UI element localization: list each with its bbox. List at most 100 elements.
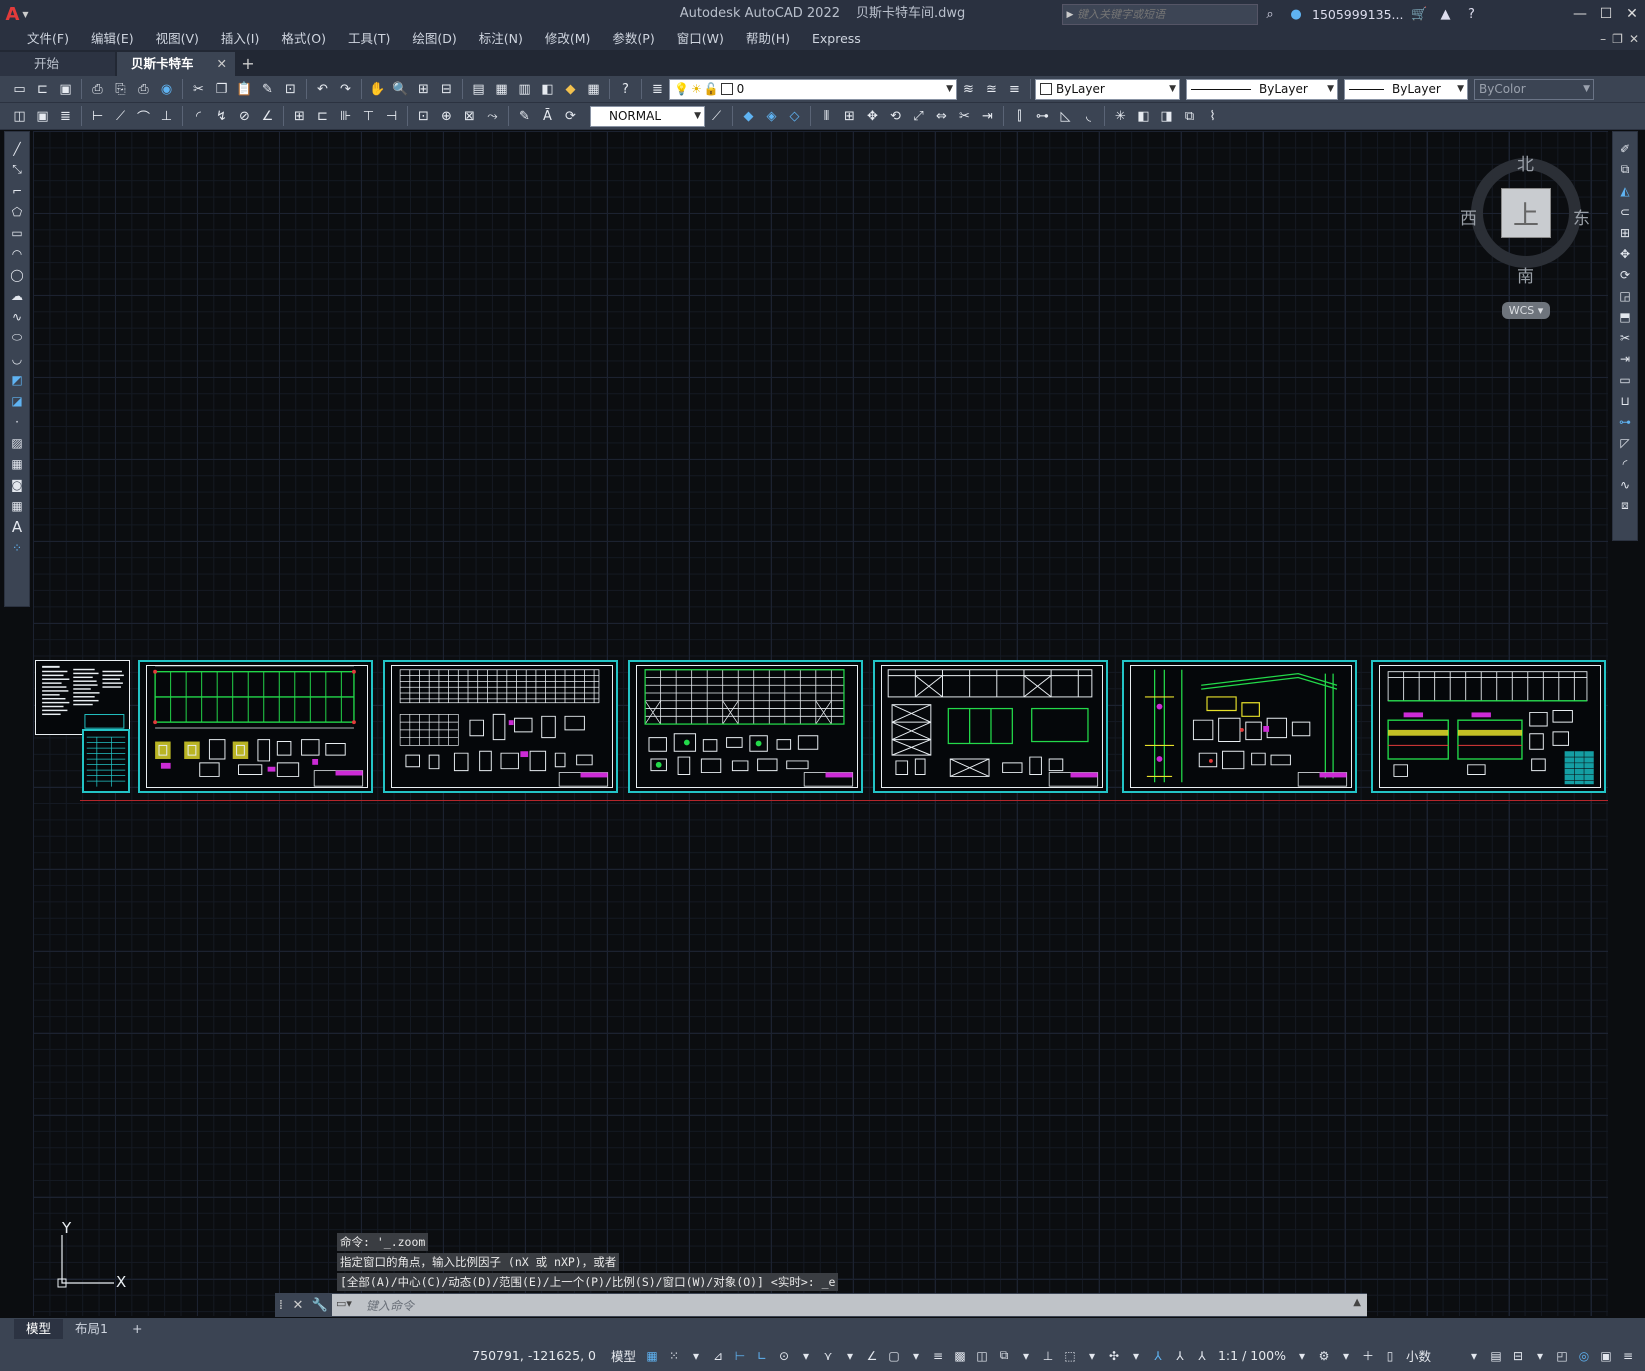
customize-wrench-icon[interactable]: 🔧 [309, 1293, 331, 1317]
chevron-down-icon[interactable]: ▾ [1530, 1345, 1550, 1367]
auto-scale-icon[interactable]: ⅄ [1170, 1345, 1190, 1367]
rotate-icon[interactable]: ⟳ [1615, 264, 1635, 285]
angular-dimension-icon[interactable]: ∠ [257, 106, 278, 127]
gradient-icon[interactable]: ▦ [7, 453, 27, 474]
copy-icon[interactable]: ❐ [211, 79, 232, 100]
close-icon[interactable]: ✕ [1619, 0, 1645, 28]
isolate-objects-icon[interactable]: ◰ [1552, 1345, 1572, 1367]
explode-icon[interactable]: ✳ [1110, 106, 1131, 127]
stretch-icon[interactable]: ⬒ [1615, 306, 1635, 327]
blend-curves-icon[interactable]: ∿ [1615, 474, 1635, 495]
jogged-dimension-icon[interactable]: ↯ [211, 106, 232, 127]
scale-icon[interactable]: ⤢ [908, 106, 929, 127]
autodesk-a360-icon[interactable]: ▲ [1435, 4, 1455, 24]
menu-dimension[interactable]: 标注(N) [468, 28, 534, 50]
draworder-front-icon[interactable]: ◧ [1133, 106, 1154, 127]
layer-state-icon[interactable]: ≡ [1004, 79, 1025, 100]
search-icon[interactable]: ⌕ [1260, 4, 1280, 24]
gizmo-icon[interactable]: ✣ [1104, 1345, 1124, 1367]
zoom-realtime-icon[interactable]: 🔍 [390, 79, 411, 100]
open-icon[interactable]: ⊏ [32, 79, 53, 100]
baseline-dimension-icon[interactable]: ⊏ [312, 106, 333, 127]
erase-icon[interactable]: ✐ [1615, 138, 1635, 159]
chevron-down-icon[interactable]: ▾ [906, 1345, 926, 1367]
chevron-up-icon[interactable]: ▲ [1353, 1297, 1361, 1308]
trim-icon[interactable]: ✂ [1615, 327, 1635, 348]
menu-insert[interactable]: 插入(I) [210, 28, 270, 50]
spline-icon[interactable]: ∿ [7, 306, 27, 327]
menu-tools[interactable]: 工具(T) [337, 28, 401, 50]
search-box[interactable]: ▶ [1062, 4, 1258, 25]
tab-layout1[interactable]: 布局1 [63, 1319, 120, 1339]
polar-tracking-icon[interactable]: ⊙ [774, 1345, 794, 1367]
rectangle-icon[interactable]: ▭ [7, 222, 27, 243]
chevron-down-icon[interactable]: ▾ [1336, 1345, 1356, 1367]
menu-edit[interactable]: 编辑(E) [80, 28, 145, 50]
plotstyle-dropdown[interactable]: ByColor ▼ [1474, 78, 1594, 100]
command-prompt-icon[interactable]: ▭▾ [336, 1297, 352, 1310]
menu-view[interactable]: 视图(V) [145, 28, 210, 50]
inspection-icon[interactable]: ⊠ [459, 106, 480, 127]
join-icon[interactable]: ⊶ [1615, 411, 1635, 432]
sheet-set-icon[interactable]: ◧ [537, 79, 558, 100]
help-icon[interactable]: ? [1461, 4, 1481, 24]
annotation-scale-icon[interactable]: ⅄ [1192, 1345, 1212, 1367]
center-mark-icon[interactable]: ⊕ [436, 106, 457, 127]
design-center-palette-icon[interactable]: ▦ [491, 79, 512, 100]
ucs-icon[interactable]: Y X [52, 1219, 142, 1293]
undo-icon[interactable]: ↶ [312, 79, 333, 100]
sheet-roof-bracing-plan[interactable] [628, 660, 863, 793]
cart-icon[interactable]: 🛒 [1409, 4, 1429, 24]
chevron-down-icon[interactable]: ▾ [686, 1345, 706, 1367]
redo-icon[interactable]: ↷ [335, 79, 356, 100]
copy-icon[interactable]: ⧉ [1615, 159, 1635, 180]
graphics-performance-icon[interactable]: ◎ [1574, 1345, 1594, 1367]
move-icon[interactable]: ✥ [1615, 243, 1635, 264]
sheet-roof-plan[interactable] [383, 660, 618, 793]
menu-modify[interactable]: 修改(M) [534, 28, 602, 50]
compass-west[interactable]: 西 [1460, 204, 1477, 229]
layer-dropdown[interactable]: 💡 ☀ 🔓 0 ▼ [669, 78, 957, 100]
hatch-icon[interactable]: ▨ [7, 432, 27, 453]
polyline-icon[interactable]: ⌐ [7, 180, 27, 201]
compass-north[interactable]: 北 [1517, 150, 1534, 175]
minimize-icon[interactable]: — [1567, 0, 1593, 28]
menu-express[interactable]: Express [801, 28, 872, 50]
annotation-scale-value[interactable]: 1:1 / 100% [1214, 1345, 1290, 1367]
menu-window[interactable]: 窗口(W) [666, 28, 735, 50]
chevron-down-icon[interactable]: ▾ [796, 1345, 816, 1367]
block-icon[interactable]: ▣ [32, 106, 53, 127]
ellipse-arc-icon[interactable]: ◡ [7, 348, 27, 369]
save-icon[interactable]: ▣ [55, 79, 76, 100]
dimstyle-dropdown[interactable]: NORMAL ▼ [590, 105, 705, 127]
wcs-menu[interactable]: WCS ▾ [1502, 302, 1550, 319]
layer-walk-icon[interactable]: ≣ [55, 106, 76, 127]
copy-object-icon[interactable]: ◈ [761, 106, 782, 127]
close-command-icon[interactable]: ✕ [287, 1293, 309, 1317]
make-block-icon[interactable]: ◪ [7, 390, 27, 411]
compass-east[interactable]: 东 [1573, 204, 1590, 229]
erase-icon[interactable]: ◆ [738, 106, 759, 127]
chevron-down-icon[interactable]: ▾ [840, 1345, 860, 1367]
revision-cloud-icon[interactable]: ☁ [7, 285, 27, 306]
block-editor-icon[interactable]: ⊡ [280, 79, 301, 100]
plot-icon[interactable]: ⎙ [87, 79, 108, 100]
fillet-icon[interactable]: ◜ [1615, 453, 1635, 474]
edit-polyline-icon[interactable]: ⌇ [1202, 106, 1223, 127]
tool-palettes-icon[interactable]: ▥ [514, 79, 535, 100]
chevron-down-icon[interactable]: ▾ [1292, 1345, 1312, 1367]
add-layout-button[interactable]: + [120, 1319, 154, 1339]
ordinate-dimension-icon[interactable]: ⊥ [156, 106, 177, 127]
ellipse-icon[interactable]: ⬭ [7, 327, 27, 348]
dimension-space-icon[interactable]: ⊤ [358, 106, 379, 127]
linear-dimension-icon[interactable]: ⊢ [87, 106, 108, 127]
zoom-window-icon[interactable]: ⊞ [413, 79, 434, 100]
trim-icon[interactable]: ✂ [954, 106, 975, 127]
jogged-linear-icon[interactable]: ⤳ [482, 106, 503, 127]
stretch-icon[interactable]: ⇔ [931, 106, 952, 127]
units-value[interactable]: 小数 [1402, 1345, 1462, 1367]
layer-properties-icon[interactable]: ≣ [647, 79, 668, 100]
array-icon[interactable]: ⊞ [1615, 222, 1635, 243]
quick-dimension-icon[interactable]: ⊞ [289, 106, 310, 127]
dimension-break-icon[interactable]: ⊣ [381, 106, 402, 127]
